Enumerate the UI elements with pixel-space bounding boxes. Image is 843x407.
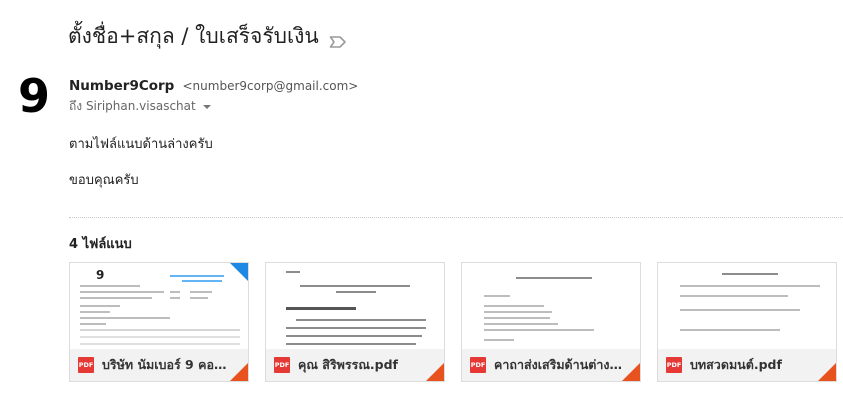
attachments-count: 4 ไฟล์แนบ [69,237,132,252]
attachment-footer: PDF บริษัท นัมเบอร์ 9 คอร์... [70,349,248,381]
recipient-text: ถึง Siriphan.visaschat [69,99,196,113]
pdf-icon: PDF [666,357,682,373]
attachment-thumbnail: 9 [70,263,248,349]
page-fold-icon [229,362,248,381]
pdf-icon: PDF [78,357,94,373]
chevron-down-icon[interactable] [202,104,211,109]
email-body-line-1: ตามไฟล์แนบด้านล่างครับ [69,137,213,152]
attachment-name: บทสวดมนต์.pdf [690,357,782,372]
receipt-logo: 9 [96,268,105,282]
page-fold-icon [817,362,836,381]
attachment-thumbnail [462,263,640,349]
pdf-icon: PDF [274,357,290,373]
sender-line: Number9Corp <number9corp@gmail.com> [69,78,358,94]
attachment-footer: PDF คุณ สิริพรรณ.pdf [266,349,444,381]
attachment-card[interactable]: PDF คาถาส่งเสริมด้านต่าง... [461,262,641,382]
attachment-thumbnail [658,263,836,349]
attachment-name: คุณ สิริพรรณ.pdf [298,357,398,372]
attachment-footer: PDF บทสวดมนต์.pdf [658,349,836,381]
subject-text: ตั้งชื่อ+สกุล / ใบเสร็จรับเงิน [68,24,319,48]
sender-name[interactable]: Number9Corp [69,78,174,94]
receipt-corner-mark [230,263,248,281]
pdf-icon: PDF [470,357,486,373]
sender-avatar[interactable]: 9 [16,72,52,120]
attachment-name: คาถาส่งเสริมด้านต่าง... [494,357,622,372]
recipient-line[interactable]: ถึง Siriphan.visaschat [69,97,211,116]
page-fold-icon [621,362,640,381]
attachment-card[interactable]: PDF คุณ สิริพรรณ.pdf [265,262,445,382]
label-outline-icon[interactable] [329,30,347,48]
page-fold-icon [425,362,444,381]
email-body-line-2: ขอบคุณครับ [69,173,139,188]
email-subject: ตั้งชื่อ+สกุล / ใบเสร็จรับเงิน [68,20,347,53]
attachment-footer: PDF คาถาส่งเสริมด้านต่าง... [462,349,640,381]
sender-email: <number9corp@gmail.com> [182,79,359,93]
attachment-card[interactable]: PDF บทสวดมนต์.pdf [657,262,837,382]
attachment-name: บริษัท นัมเบอร์ 9 คอร์... [102,357,230,372]
divider [69,217,843,218]
attachment-thumbnail [266,263,444,349]
attachment-card[interactable]: 9 PDF บริษัท นัมเบอร์ 9 คอร์... [69,262,249,382]
